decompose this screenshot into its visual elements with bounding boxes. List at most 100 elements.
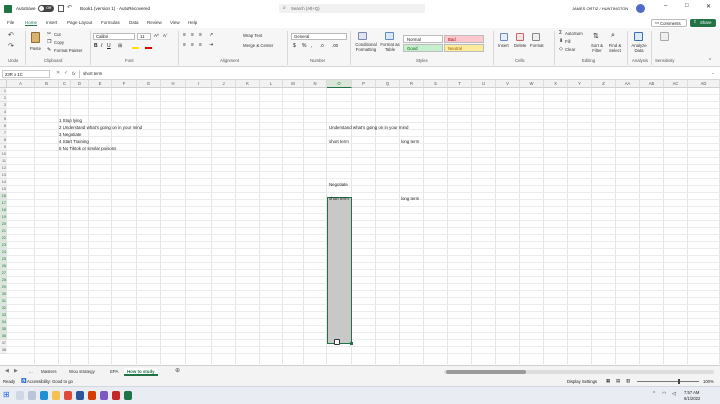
- menu-data[interactable]: Data: [129, 20, 139, 25]
- column-header-ac[interactable]: AC: [664, 80, 688, 88]
- sheet-tab-epa[interactable]: EPA: [107, 368, 121, 376]
- row-header-22[interactable]: 22: [0, 235, 7, 242]
- column-header-b[interactable]: B: [35, 80, 59, 88]
- row-header-4[interactable]: 4: [0, 109, 7, 116]
- column-header-w[interactable]: W: [520, 80, 544, 88]
- accessibility-status[interactable]: Accessibility: Good to go: [27, 379, 73, 384]
- menu-view[interactable]: View: [170, 20, 180, 25]
- row-header-19[interactable]: 19: [0, 214, 7, 221]
- worksheet-grid[interactable]: A B C D E F G H I J K L M N O P Q R S T U V W X Y Z AA AB AC AD 12345…: [0, 80, 720, 364]
- close-icon[interactable]: ✕: [706, 3, 711, 10]
- expand-formula-icon[interactable]: ⌄: [711, 70, 715, 76]
- column-header-i[interactable]: I: [186, 80, 212, 88]
- row-header-1[interactable]: 1: [0, 88, 7, 95]
- autosum-button[interactable]: AutoSum: [565, 31, 583, 36]
- row-header-17[interactable]: 17: [0, 200, 7, 207]
- explorer-icon[interactable]: [52, 391, 60, 400]
- zoom-level[interactable]: 100%: [703, 379, 714, 384]
- align-top-icon[interactable]: ≡: [183, 32, 186, 38]
- column-header-d[interactable]: D: [71, 80, 89, 88]
- normal-view-icon[interactable]: ▦: [606, 378, 610, 384]
- negotiate-cell[interactable]: Negotiate: [329, 182, 348, 187]
- row-header-20[interactable]: 20: [0, 221, 7, 228]
- tray-chevron-icon[interactable]: ⌃: [652, 391, 656, 397]
- eraser-icon[interactable]: ◇: [559, 46, 563, 52]
- format-cells-icon[interactable]: [532, 33, 540, 41]
- column-header-p[interactable]: P: [352, 80, 376, 88]
- fill-icon[interactable]: ⬇: [559, 38, 563, 44]
- column-header-m[interactable]: M: [283, 80, 304, 88]
- short-term-1[interactable]: short term: [329, 139, 349, 144]
- menu-page-layout[interactable]: Page Layout: [67, 20, 92, 25]
- row-header-21[interactable]: 21: [0, 228, 7, 235]
- row-header-26[interactable]: 26: [0, 263, 7, 270]
- format-cells-button[interactable]: Format: [530, 43, 544, 48]
- row-header-24[interactable]: 24: [0, 249, 7, 256]
- search-box[interactable]: ⌕ Search (Alt+Q): [279, 4, 425, 13]
- column-header-n[interactable]: N: [304, 80, 327, 88]
- font-name-select[interactable]: Calibri: [93, 33, 135, 40]
- row-header-37[interactable]: 37: [0, 340, 7, 347]
- column-header-a[interactable]: A: [7, 80, 35, 88]
- sheet-tab-masters[interactable]: Masters: [38, 368, 60, 376]
- wrap-text-button[interactable]: Wrap Text: [243, 33, 262, 38]
- format-as-table-button[interactable]: Format as Table: [380, 42, 400, 52]
- row-header-33[interactable]: 33: [0, 312, 7, 319]
- volume-icon[interactable]: ◁: [672, 391, 676, 397]
- row-header-13[interactable]: 13: [0, 172, 7, 179]
- column-header-v[interactable]: V: [496, 80, 520, 88]
- conditional-formatting-icon[interactable]: [358, 32, 367, 40]
- decrease-font-icon[interactable]: Aˇ: [163, 33, 168, 38]
- sort-filter-icon[interactable]: ⇅: [593, 32, 599, 40]
- column-header-x[interactable]: X: [544, 80, 568, 88]
- redo-icon[interactable]: ↷: [8, 42, 14, 50]
- align-bottom-icon[interactable]: ≡: [199, 32, 202, 38]
- column-header-ad[interactable]: AD: [688, 80, 720, 88]
- page-layout-view-icon[interactable]: ▤: [616, 378, 620, 384]
- excel-taskbar-icon[interactable]: [124, 391, 132, 400]
- wifi-icon[interactable]: ◠: [662, 391, 666, 397]
- underline-icon[interactable]: U: [107, 43, 111, 49]
- align-left-icon[interactable]: ≡: [183, 42, 186, 48]
- fill-button[interactable]: Fill: [565, 39, 571, 44]
- heading-understand[interactable]: Understand what's going on in your mind: [329, 125, 408, 130]
- sort-filter-button[interactable]: Sort & Filter: [589, 43, 605, 53]
- list-item-1[interactable]: 1 Stop lying: [59, 118, 82, 123]
- column-header-s[interactable]: S: [424, 80, 448, 88]
- row-header-34[interactable]: 34: [0, 319, 7, 326]
- borders-icon[interactable]: ⊞: [118, 43, 122, 49]
- row-header-18[interactable]: 18: [0, 207, 7, 214]
- avatar[interactable]: [636, 4, 645, 13]
- comments-button[interactable]: ▭ Comments: [651, 19, 687, 27]
- prev-sheet-icon[interactable]: ◀: [5, 368, 9, 374]
- style-bad[interactable]: Bad: [444, 35, 484, 43]
- row-header-15[interactable]: 15: [0, 186, 7, 193]
- fill-color-icon[interactable]: [132, 43, 139, 49]
- style-good[interactable]: Good: [403, 44, 443, 52]
- row-header-5[interactable]: 5: [0, 116, 7, 123]
- row-header-35[interactable]: 35: [0, 326, 7, 333]
- clock-time[interactable]: 7:57 AM: [684, 390, 699, 395]
- row-header-36[interactable]: 36: [0, 333, 7, 340]
- list-item-2[interactable]: 2 Understand what's going on in your min…: [59, 125, 142, 130]
- row-header-9[interactable]: 9: [0, 144, 7, 151]
- undo-icon[interactable]: ↶: [8, 31, 14, 39]
- delete-cells-icon[interactable]: [516, 33, 524, 41]
- column-header-f[interactable]: F: [112, 80, 137, 88]
- percent-icon[interactable]: %: [302, 43, 306, 49]
- windows-start-icon[interactable]: ⊞: [3, 390, 10, 399]
- page-break-view-icon[interactable]: ▥: [626, 378, 630, 384]
- list-item-4[interactable]: 4 Start Training: [59, 139, 89, 144]
- cut-button[interactable]: Cut: [54, 32, 61, 37]
- row-header-16[interactable]: 16: [0, 193, 7, 200]
- find-select-icon[interactable]: ⌕: [611, 32, 615, 40]
- search-taskbar-icon[interactable]: [16, 391, 24, 400]
- insert-cells-button[interactable]: Insert: [498, 43, 509, 48]
- delete-cells-button[interactable]: Delete: [514, 43, 526, 48]
- copy-button[interactable]: Copy: [54, 40, 64, 45]
- minimize-icon[interactable]: –: [664, 3, 667, 9]
- column-header-g[interactable]: G: [137, 80, 161, 88]
- menu-review[interactable]: Review: [147, 20, 162, 25]
- clear-button[interactable]: Clear: [565, 47, 575, 52]
- column-header-j[interactable]: J: [212, 80, 236, 88]
